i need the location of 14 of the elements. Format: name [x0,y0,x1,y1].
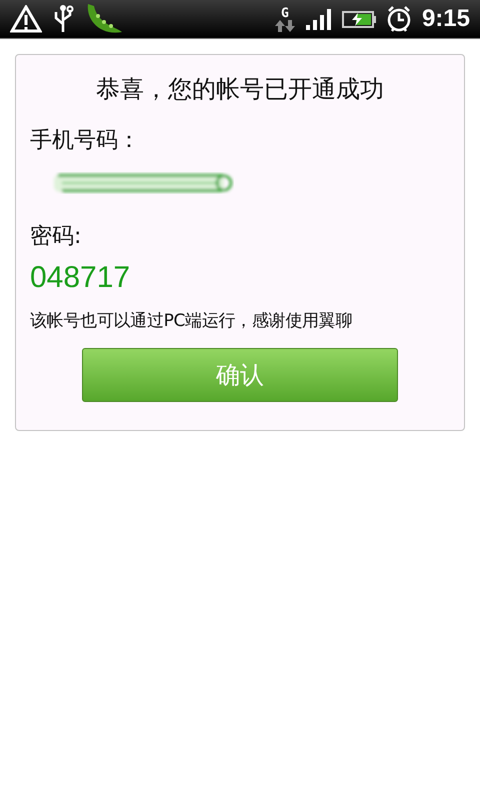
password-label: 密码: [30,223,82,251]
signal-icon [306,8,332,30]
password-value: 048717 [30,261,132,295]
warning-icon [10,5,42,33]
usb-icon [52,4,74,34]
clock-time: 9:15 [422,5,470,33]
success-title: 恭喜，您的帐号已开通成功 [95,74,385,105]
info-text: 该帐号也可以通过PC端运行，感谢使用翼聊 [30,310,354,332]
confirm-button[interactable]: 确认 [82,348,398,402]
phone-label: 手机号码： [30,127,141,155]
data-arrows-icon [274,20,295,32]
alarm-clock-icon [386,5,412,33]
network-type: G [281,6,289,20]
battery-charging-icon [342,9,376,29]
